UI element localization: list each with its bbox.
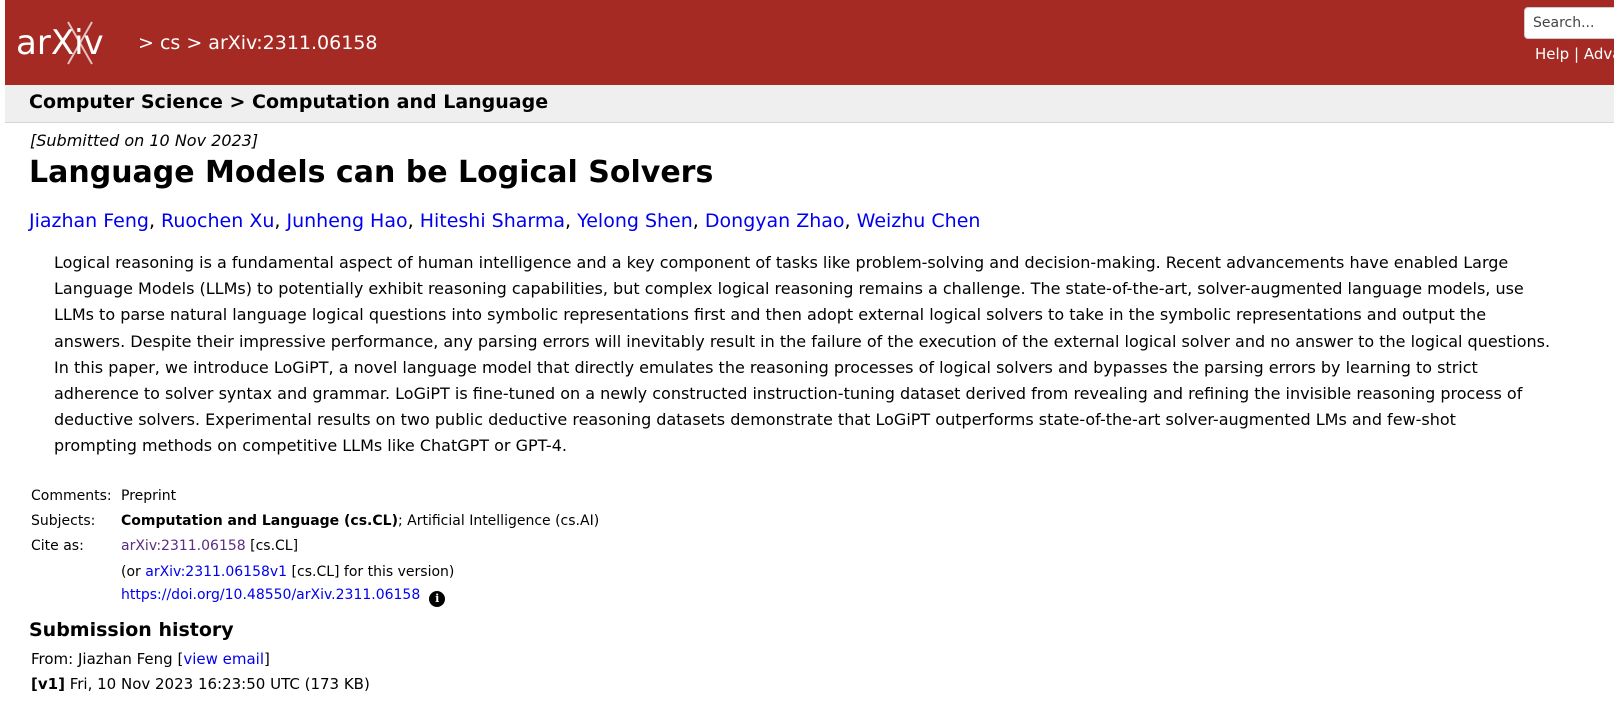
submission-date: [Submitted on 10 Nov 2023] [30,131,259,150]
author-link[interactable]: Junheng Hao [286,210,407,232]
cite-label: Cite as: [31,538,84,555]
author-link[interactable]: Dongyan Zhao [705,210,845,232]
abstract-line: In this paper, we introduce LoGiPT, a no… [54,357,1478,377]
abstract-line: LLMs to parse natural language logical q… [54,305,1487,325]
arxiv-logo[interactable]: arXiv [16,16,131,72]
category-bar: Computer Science > Computation and Langu… [5,85,1614,123]
comments-row: Comments: Preprint [31,483,599,508]
submitter-suffix: ] [264,650,270,668]
search-input[interactable] [1524,7,1614,39]
version-row: (or arXiv:2311.06158v1 [cs.CL] for this … [31,559,599,584]
version-value: (or arXiv:2311.06158v1 [cs.CL] for this … [121,559,599,584]
cite-suffix: [cs.CL] [245,538,299,555]
arxiv-logo-text: arXiv [16,23,104,63]
abstract-line: Logical reasoning is a fundamental aspec… [54,253,1509,272]
abstract-line: answers. Despite their impressive perfor… [54,331,1551,351]
advanced-search-link[interactable]: Adva [1584,45,1614,63]
metadata-table: Comments: Preprint Subjects: Computation… [31,483,599,610]
header-link-separator: | [1573,45,1580,63]
subjects-label: Subjects: [31,513,96,530]
author-list: Jiazhan Feng, Ruochen Xu, Junheng Hao, H… [29,210,981,232]
abstract-line: prompting methods on competitive LLMs li… [54,436,567,456]
help-link[interactable]: Help [1535,45,1569,63]
primary-subject: Computation and Language (cs.CL) [121,513,398,530]
view-email-link[interactable]: view email [183,650,264,668]
author-link[interactable]: Yelong Shen [577,210,693,232]
submission-history-heading: Submission history [29,619,234,641]
version-details: Fri, 10 Nov 2023 16:23:50 UTC (173 KB) [64,675,370,693]
author-link[interactable]: Ruochen Xu [161,210,274,232]
cite-link[interactable]: arXiv:2311.06158 [121,538,246,554]
version-prefix: (or [121,563,146,580]
doi-row: https://doi.org/10.48550/arXiv.2311.0615… [31,585,599,610]
breadcrumb[interactable]: > cs > arXiv:2311.06158 [138,32,378,54]
abstract-line: deductive solvers. Experimental results … [54,410,1456,430]
submitter-prefix: From: Jiazhan Feng [ [31,650,184,668]
version-history-entry: [v1] Fri, 10 Nov 2023 16:23:50 UTC (173 … [31,675,370,693]
version-link[interactable]: arXiv:2311.06158v1 [145,564,287,580]
comments-label: Comments: [31,487,112,504]
subjects-row: Subjects: Computation and Language (cs.C… [31,508,599,533]
cite-row: Cite as: arXiv:2311.06158 [cs.CL] [31,534,599,559]
abstract: Logical reasoning is a fundamental aspec… [54,250,1612,460]
abstract-line: adherence to solver syntax and grammar. … [54,384,1523,404]
version-suffix: [cs.CL] for this version) [287,563,455,580]
submitter-line: From: Jiazhan Feng [view email] [31,650,270,668]
header-links: Help | Adva [1535,45,1614,63]
doi-link[interactable]: https://doi.org/10.48550/arXiv.2311.0615… [121,587,420,603]
comments-value: Preprint [121,487,177,504]
author-link[interactable]: Jiazhan Feng [29,210,149,232]
author-link[interactable]: Hiteshi Sharma [420,210,565,232]
author-link[interactable]: Weizhu Chen [857,210,981,232]
paper-title: Language Models can be Logical Solvers [29,155,714,190]
subjects-value: Computation and Language (cs.CL); Artifi… [121,508,599,533]
site-header: arXiv > cs > arXiv:2311.06158 Help | Adv… [5,0,1614,85]
version-tag: [v1] [31,675,65,693]
cite-value: arXiv:2311.06158 [cs.CL] [121,534,599,559]
info-icon[interactable]: i [429,591,446,608]
doi-value: https://doi.org/10.48550/arXiv.2311.0615… [121,585,599,610]
abstract-line: Language Models (LLMs) to potentially ex… [54,279,1524,299]
arxiv-logo-mark: arXiv [16,21,104,65]
secondary-subject: ; Artificial Intelligence (cs.AI) [397,513,600,530]
category-breadcrumb: Computer Science > Computation and Langu… [29,91,549,113]
